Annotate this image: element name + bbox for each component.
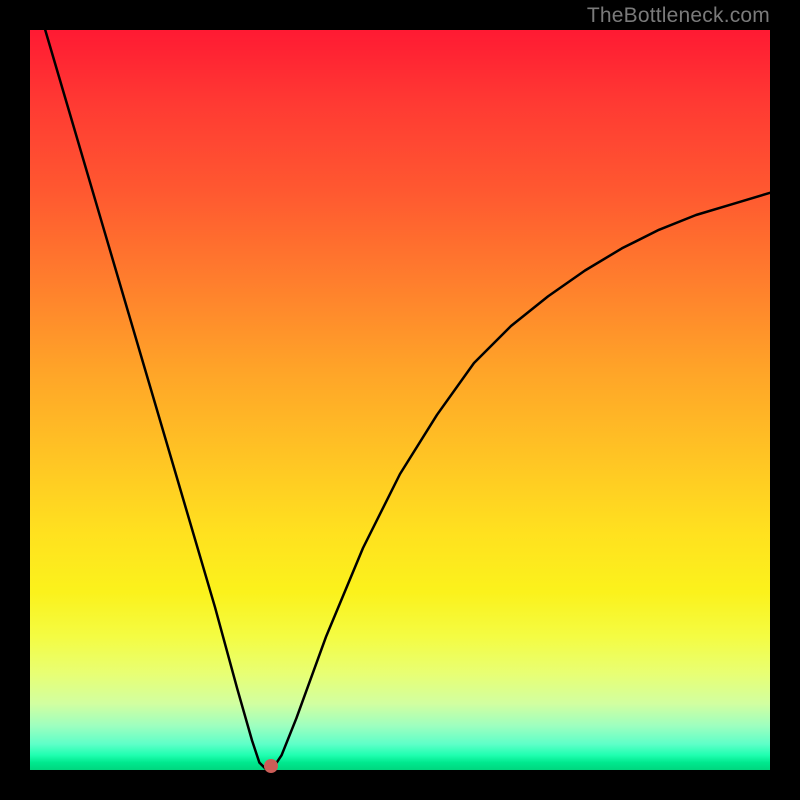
bottleneck-curve [30,30,770,770]
plot-area [30,30,770,770]
optimum-marker [264,759,278,773]
watermark-text: TheBottleneck.com [587,4,770,28]
chart-frame: TheBottleneck.com [0,0,800,800]
